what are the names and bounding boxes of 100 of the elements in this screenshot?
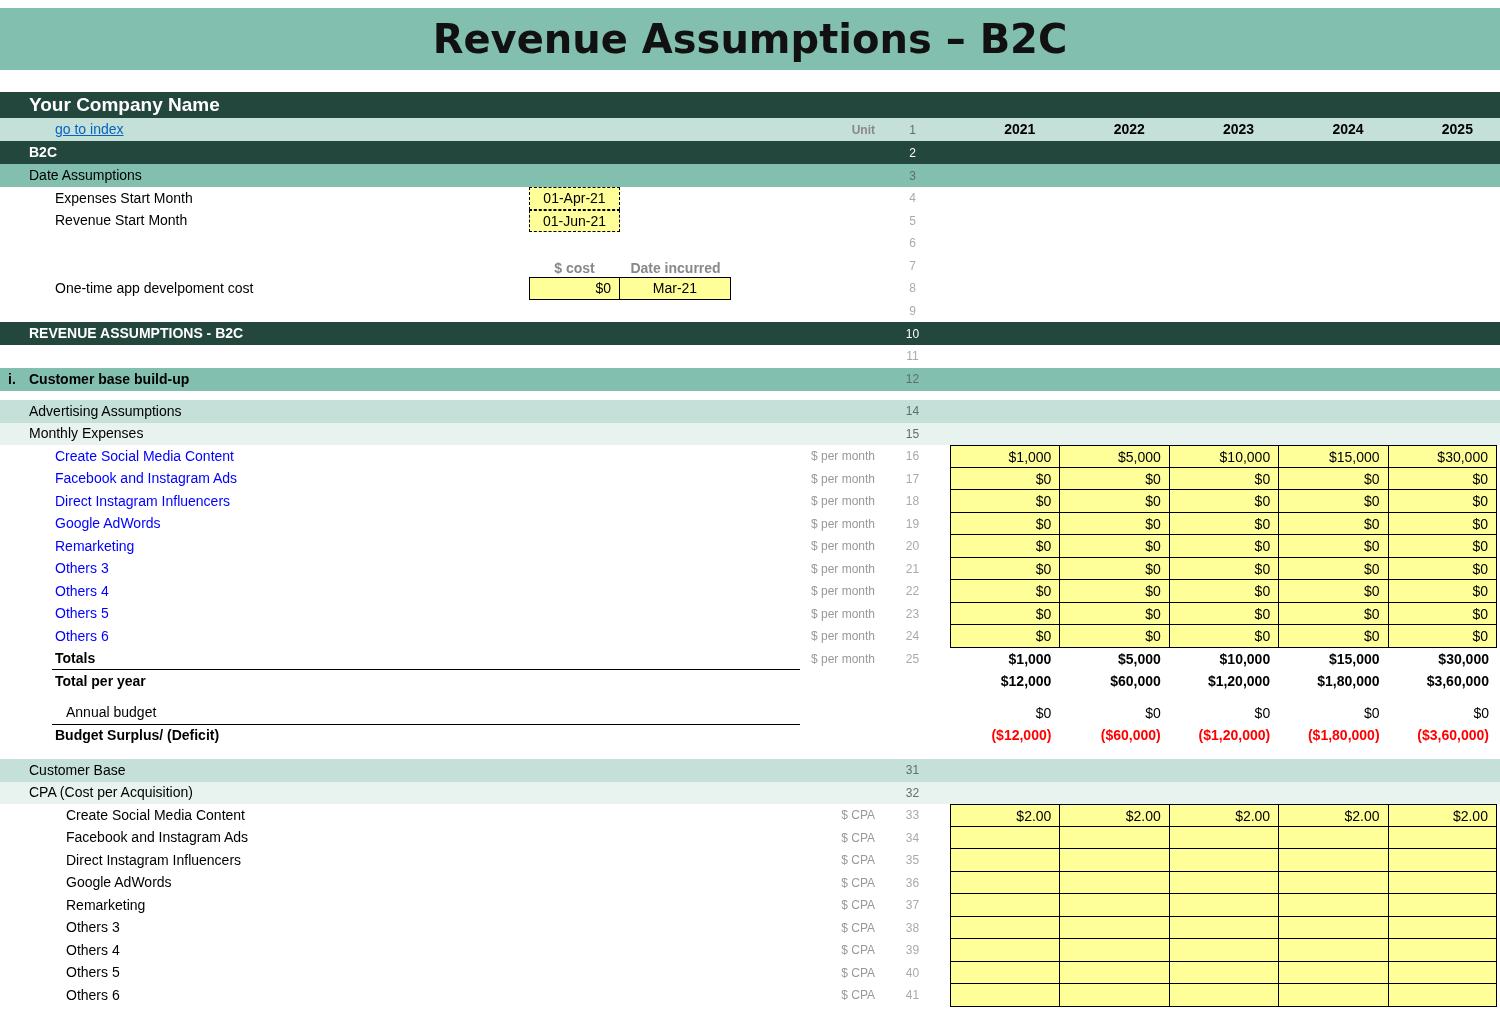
input-cell[interactable] [1059, 916, 1169, 939]
input-cell[interactable] [1278, 984, 1388, 1007]
unit-label: $ per month [809, 583, 875, 601]
row-number: 7 [908, 257, 917, 275]
input-cell[interactable] [1059, 894, 1169, 917]
input-cell[interactable] [1278, 894, 1388, 917]
input-cell[interactable]: $0 [1059, 557, 1169, 580]
input-cell[interactable] [1278, 939, 1388, 962]
input-cell[interactable] [950, 826, 1060, 849]
input-cell[interactable]: $0 [1278, 602, 1388, 625]
input-cell[interactable]: $0 [1278, 467, 1388, 490]
input-cell[interactable] [950, 984, 1060, 1007]
section-title: Your Company Name [29, 92, 220, 117]
row-number: 24 [904, 628, 921, 646]
input-cell[interactable]: $0 [529, 277, 620, 300]
input-cell[interactable] [1387, 849, 1497, 872]
input-cell[interactable]: $15,000 [1278, 445, 1388, 468]
input-cell[interactable] [950, 871, 1060, 894]
input-cell[interactable]: $0 [1278, 535, 1388, 558]
input-cell[interactable] [1168, 939, 1279, 962]
input-cell[interactable]: Mar-21 [619, 277, 731, 300]
unit-label: Unit [850, 121, 875, 139]
input-cell[interactable] [1059, 871, 1169, 894]
input-cell[interactable]: $0 [950, 580, 1060, 603]
input-cell[interactable]: $0 [950, 557, 1060, 580]
input-cell[interactable]: $0 [950, 602, 1060, 625]
input-cell[interactable] [1059, 984, 1169, 1007]
input-cell[interactable] [1387, 984, 1497, 1007]
input-cell[interactable]: $5,000 [1059, 445, 1169, 468]
input-cell[interactable]: $2.00 [1168, 804, 1279, 827]
input-cell[interactable] [1278, 826, 1388, 849]
input-cell[interactable]: $0 [1168, 535, 1279, 558]
unit-label: $ per month [809, 650, 875, 668]
value-cell-text: $0 [1472, 703, 1490, 723]
input-cell[interactable]: $0 [1387, 535, 1497, 558]
value-cell-text: $0 [1253, 703, 1272, 723]
input-cell[interactable]: $2.00 [1278, 804, 1388, 827]
row-label: Remarketing [66, 895, 146, 915]
input-cell[interactable]: $0 [1278, 512, 1388, 535]
value-cell-text: ($3,60,000) [1416, 726, 1490, 745]
input-cell[interactable]: $0 [1278, 490, 1388, 513]
input-cell[interactable]: $0 [1387, 580, 1497, 603]
row-number: 9 [908, 302, 917, 320]
input-cell[interactable]: $0 [1059, 580, 1169, 603]
input-cell[interactable] [1059, 826, 1169, 849]
input-cell[interactable] [1387, 894, 1497, 917]
input-cell[interactable]: $10,000 [1168, 445, 1279, 468]
input-cell[interactable] [1059, 961, 1169, 984]
input-cell[interactable]: $0 [1059, 512, 1169, 535]
input-cell[interactable]: $1,000 [950, 445, 1060, 468]
row-number: 32 [904, 784, 921, 802]
input-cell[interactable] [1278, 961, 1388, 984]
input-cell[interactable]: $0 [950, 625, 1060, 648]
input-cell[interactable]: $0 [950, 512, 1060, 535]
page-title: Revenue Assumptions – B2C [432, 15, 1068, 64]
input-cell[interactable] [1387, 939, 1497, 962]
value-cell-text: ($1,20,000) [1197, 726, 1272, 745]
row-number: 33 [904, 807, 921, 825]
input-cell[interactable]: $2.00 [1387, 804, 1497, 827]
input-cell[interactable]: $0 [950, 535, 1060, 558]
input-cell[interactable]: $0 [1059, 467, 1169, 490]
input-cell[interactable]: $30,000 [1387, 445, 1497, 468]
input-cell[interactable] [1168, 849, 1279, 872]
input-cell[interactable] [1059, 939, 1169, 962]
index-link[interactable]: go to index [55, 119, 124, 140]
input-cell[interactable]: $0 [1278, 557, 1388, 580]
input-cell[interactable]: $0 [1168, 580, 1279, 603]
input-cell[interactable]: $0 [1059, 535, 1169, 558]
input-cell[interactable]: $0 [1059, 602, 1169, 625]
input-cell[interactable] [950, 939, 1060, 962]
input-cell[interactable]: $2.00 [950, 804, 1060, 827]
input-cell[interactable]: $0 [950, 467, 1060, 490]
row-number: 17 [904, 470, 921, 488]
input-cell[interactable]: $0 [1168, 490, 1279, 513]
date-field[interactable]: 01-Jun-21 [529, 209, 620, 232]
input-cell[interactable]: $0 [1278, 625, 1388, 648]
input-cell[interactable]: $0 [950, 490, 1060, 513]
input-cell[interactable]: $0 [1387, 490, 1497, 513]
input-cell[interactable] [1168, 984, 1279, 1007]
input-cell[interactable] [950, 961, 1060, 984]
input-cell[interactable] [1278, 849, 1388, 872]
input-cell[interactable]: $0 [1059, 625, 1169, 648]
value-cell-text: $30,000 [1437, 649, 1490, 669]
input-cell[interactable] [1278, 871, 1388, 894]
row-label: Google AdWords [66, 873, 172, 893]
input-cell[interactable] [950, 849, 1060, 872]
input-cell[interactable] [1278, 916, 1388, 939]
input-cell[interactable] [1059, 849, 1169, 872]
input-cell[interactable]: $0 [1059, 490, 1169, 513]
input-cell[interactable]: $0 [1278, 580, 1388, 603]
input-cell[interactable] [1168, 894, 1279, 917]
row-label: Google AdWords [55, 514, 161, 534]
row-number: 31 [904, 762, 921, 779]
input-cell[interactable]: $0 [1387, 625, 1497, 648]
date-field[interactable]: 01-Apr-21 [529, 187, 620, 210]
input-cell[interactable]: $2.00 [1059, 804, 1169, 827]
input-cell[interactable] [950, 916, 1060, 939]
input-cell[interactable]: $0 [1168, 625, 1279, 648]
input-cell[interactable] [950, 894, 1060, 917]
row-number: 5 [908, 212, 917, 230]
